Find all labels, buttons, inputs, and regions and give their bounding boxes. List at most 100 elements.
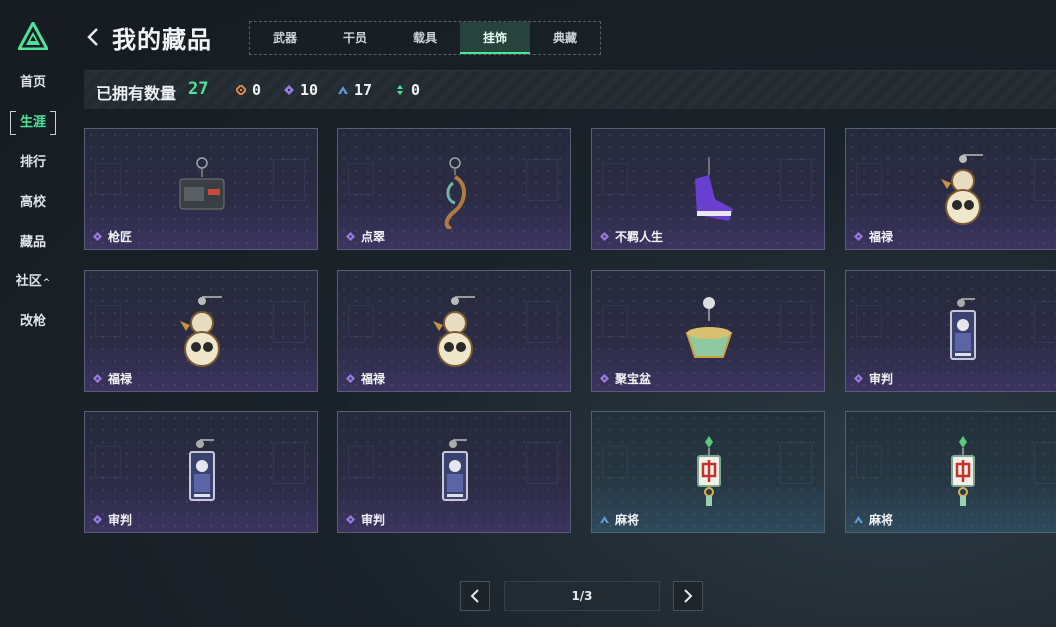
card-decoration bbox=[602, 163, 628, 195]
card-label: 福禄 bbox=[854, 228, 893, 245]
card-decoration bbox=[780, 159, 812, 201]
sidebar-item-home[interactable]: 首页 bbox=[10, 71, 56, 95]
collection-card[interactable]: 审判 bbox=[337, 411, 571, 533]
blue-triangle-icon bbox=[600, 516, 609, 523]
card-decoration bbox=[348, 446, 374, 478]
card-label: 点翠 bbox=[346, 228, 385, 245]
collection-card[interactable]: 聚宝盆 bbox=[591, 270, 825, 392]
purple-diamond-icon bbox=[284, 85, 294, 95]
card-decoration bbox=[273, 301, 305, 343]
card-name: 审判 bbox=[361, 513, 386, 527]
card-name: 点翠 bbox=[361, 230, 386, 244]
card-name: 福禄 bbox=[869, 230, 894, 244]
sidebar-item-collection[interactable]: 藏品 bbox=[10, 231, 56, 255]
phoenix-charm-icon bbox=[444, 157, 466, 229]
collection-card[interactable]: 审判 bbox=[84, 411, 318, 533]
orange-diamond-icon bbox=[236, 85, 246, 95]
card-label: 福禄 bbox=[346, 370, 385, 387]
tab-vehicles[interactable]: 载具 bbox=[390, 22, 460, 54]
sidebar-item-career[interactable]: 生涯 bbox=[10, 111, 56, 135]
collection-card[interactable]: 福禄 bbox=[845, 128, 1056, 250]
next-page-button[interactable] bbox=[673, 581, 703, 611]
card-name: 枪匠 bbox=[108, 230, 133, 244]
judge-card-charm-icon bbox=[950, 298, 976, 360]
sidebar-item-gun-mod[interactable]: 改枪 bbox=[10, 310, 56, 334]
prev-page-button[interactable] bbox=[460, 581, 490, 611]
card-name: 审判 bbox=[108, 513, 133, 527]
card-decoration bbox=[1034, 159, 1056, 201]
card-decoration bbox=[273, 159, 305, 201]
card-decoration bbox=[526, 301, 558, 343]
card-name: 福禄 bbox=[361, 372, 386, 386]
card-decoration bbox=[348, 305, 374, 337]
sidebar-item-university[interactable]: 高校 bbox=[10, 191, 56, 215]
sidebar-item-ranking[interactable]: 排行 bbox=[10, 151, 56, 175]
tab-archive[interactable]: 典藏 bbox=[530, 22, 600, 54]
purple-diamond-icon bbox=[600, 374, 609, 383]
rarity-count-purple: 10 bbox=[284, 80, 318, 100]
judge-card-charm-icon bbox=[189, 439, 215, 501]
card-label: 聚宝盆 bbox=[600, 370, 651, 387]
card-decoration bbox=[602, 446, 628, 478]
tab-weapons[interactable]: 武器 bbox=[250, 22, 320, 54]
tab-operators[interactable]: 干员 bbox=[320, 22, 390, 54]
card-decoration bbox=[856, 305, 882, 337]
collection-card[interactable]: 枪匠 bbox=[84, 128, 318, 250]
card-decoration bbox=[95, 305, 121, 337]
purple-diamond-icon bbox=[854, 374, 863, 383]
card-name: 麻将 bbox=[869, 513, 894, 527]
purple-diamond-icon bbox=[854, 232, 863, 241]
card-decoration bbox=[348, 163, 374, 195]
chevron-left-icon bbox=[470, 589, 479, 603]
sneaker-charm-icon bbox=[695, 157, 733, 221]
tab-charms[interactable]: 挂饰 bbox=[460, 22, 530, 54]
purple-diamond-icon bbox=[346, 374, 355, 383]
gourd-charm-icon bbox=[433, 296, 475, 367]
sidebar-item-community[interactable]: 社区^ bbox=[10, 270, 56, 294]
card-decoration bbox=[780, 442, 812, 484]
collection-card[interactable]: 福禄 bbox=[84, 270, 318, 392]
rarity-count-orange: 0 bbox=[236, 80, 261, 100]
card-decoration bbox=[95, 163, 121, 195]
card-label: 麻将 bbox=[600, 511, 639, 528]
card-name: 聚宝盆 bbox=[615, 372, 652, 386]
collection-card[interactable]: 不羁人生 bbox=[591, 128, 825, 250]
blue-triangle-icon bbox=[854, 516, 863, 523]
page-indicator: 1/3 bbox=[504, 581, 660, 611]
card-name: 审判 bbox=[869, 372, 894, 386]
treasure-bowl-charm-icon bbox=[685, 297, 733, 358]
card-label: 审判 bbox=[93, 511, 132, 528]
blue-triangle-icon bbox=[338, 86, 348, 94]
card-decoration bbox=[602, 305, 628, 337]
gourd-charm-icon bbox=[180, 296, 222, 367]
rarity-count-value: 10 bbox=[300, 81, 319, 99]
purple-diamond-icon bbox=[346, 232, 355, 241]
page-title: 我的藏品 bbox=[112, 26, 212, 54]
collection-card[interactable]: 审判 bbox=[845, 270, 1056, 392]
ownership-summary: 已拥有数量 27 0 10 17 0 bbox=[84, 70, 1056, 109]
collection-card[interactable]: 麻将 bbox=[845, 411, 1056, 533]
card-label: 审判 bbox=[346, 511, 385, 528]
card-decoration bbox=[856, 163, 882, 195]
app-logo-icon[interactable] bbox=[18, 22, 48, 50]
card-decoration bbox=[1034, 442, 1056, 484]
rarity-count-blue: 17 bbox=[338, 80, 372, 100]
collection-card[interactable]: 点翠 bbox=[337, 128, 571, 250]
rarity-count-value: 0 bbox=[411, 81, 421, 99]
card-decoration bbox=[95, 446, 121, 478]
card-decoration bbox=[856, 446, 882, 478]
collection-card[interactable]: 麻将 bbox=[591, 411, 825, 533]
green-arrows-icon bbox=[397, 85, 403, 95]
rarity-count-green: 0 bbox=[395, 80, 420, 100]
gunsmith-box-charm-icon bbox=[179, 157, 225, 210]
card-label: 审判 bbox=[854, 370, 893, 387]
purple-diamond-icon bbox=[93, 232, 102, 241]
collection-card[interactable]: 福禄 bbox=[337, 270, 571, 392]
owned-count-label: 已拥有数量 bbox=[96, 84, 177, 103]
back-arrow-icon[interactable] bbox=[84, 24, 104, 50]
card-decoration bbox=[526, 442, 558, 484]
mahjong-tile-charm-icon bbox=[697, 436, 721, 506]
card-name: 麻将 bbox=[615, 513, 640, 527]
card-decoration bbox=[526, 159, 558, 201]
card-label: 不羁人生 bbox=[600, 228, 663, 245]
